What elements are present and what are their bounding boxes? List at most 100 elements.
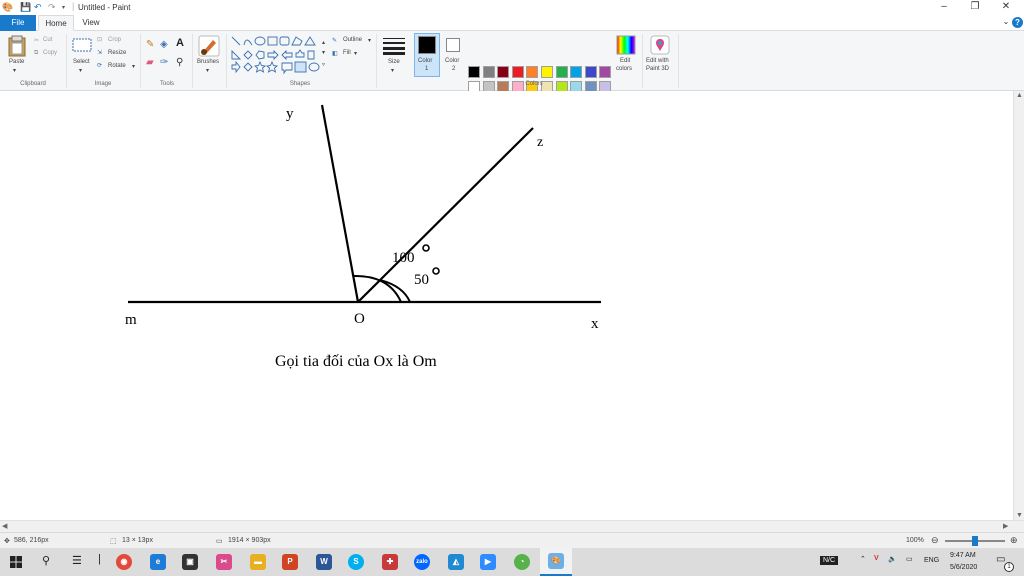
tab-file[interactable]: File [0,15,36,31]
outline-dropdown-icon[interactable]: ▾ [368,37,371,44]
paint-taskbar-button[interactable]: 🎨 [540,548,572,576]
color-picker-icon[interactable]: ✑ [160,57,168,68]
close-button[interactable]: ✕ [996,1,1016,13]
horizontal-scrollbar[interactable]: ◀ ▶ [0,520,1024,532]
fill-dropdown-icon[interactable]: ▾ [354,50,357,57]
clock-time[interactable]: 9:47 AM [950,552,976,559]
show-hidden-icons-icon[interactable]: ⌃ [860,555,866,563]
size-dropdown-icon[interactable]: ▾ [391,67,394,74]
customize-quick-access-icon[interactable]: ▾ [62,4,65,11]
select-icon[interactable] [72,37,92,53]
save-icon[interactable]: 💾 [20,2,31,13]
fill-button[interactable]: Fill [343,50,351,56]
color2-number[interactable]: 2 [452,66,455,72]
edge-icon[interactable]: e [150,554,166,570]
edit-colors-line1[interactable]: Edit [620,58,630,64]
maximize-button[interactable]: ❐ [965,1,985,13]
powerpoint-icon[interactable]: P [282,554,298,570]
color-swatch[interactable] [584,66,597,78]
language-indicator[interactable]: ENG [924,557,939,564]
scroll-down-icon[interactable]: ▼ [1016,512,1023,519]
color-swatch[interactable] [511,66,524,78]
store-icon[interactable]: ▣ [182,554,198,570]
zoom-meetings-icon[interactable]: ▶ [480,554,496,570]
windows-start-icon[interactable] [10,556,22,568]
paint3d-line2[interactable]: Paint 3D [646,66,669,72]
cut-button[interactable]: Cut [43,37,52,43]
clock-date[interactable]: 5/6/2020 [950,564,977,571]
shapes-scroll-up-icon[interactable]: ▴ [322,39,325,46]
outline-icon[interactable]: ✎ [332,37,337,44]
select-dropdown-icon[interactable]: ▾ [79,67,82,74]
color-swatch[interactable] [526,66,539,78]
rotate-dropdown-icon[interactable]: ▾ [132,63,135,70]
color2-swatch[interactable] [446,38,460,52]
crop-icon[interactable]: ⊡ [97,36,102,43]
rotate-icon[interactable]: ⟳ [97,62,102,69]
color-swatch[interactable] [497,66,510,78]
pencil-icon[interactable]: ✎ [146,39,154,50]
antivirus-tray-icon[interactable]: V [874,555,879,562]
task-view-icon[interactable]: ☰ [72,554,82,567]
zoom-in-icon[interactable]: ⊕ [1010,535,1018,546]
edit-colors-line2[interactable]: colors [616,66,632,72]
fill-bucket-icon[interactable]: ◈ [160,39,168,50]
color-swatch[interactable] [570,66,583,78]
color2-label[interactable]: Color [445,58,459,64]
geometry-app-icon[interactable]: ◭ [448,554,464,570]
chrome-icon[interactable]: ◉ [116,554,132,570]
redo-icon[interactable]: ↷ [48,2,56,13]
shapes-expand-icon[interactable]: ▿ [322,61,325,68]
nc-badge[interactable]: N/C [820,556,839,565]
color-swatch[interactable] [482,66,495,78]
paste-label[interactable]: Paste [9,59,24,65]
color-swatch[interactable] [555,66,568,78]
scroll-left-icon[interactable]: ◀ [2,522,7,530]
undo-icon[interactable]: ↶ [34,2,42,13]
minimize-button[interactable]: – [934,1,954,13]
eraser-icon[interactable]: ▰ [146,57,154,68]
edit-colors-icon[interactable] [616,35,636,55]
color-swatch[interactable] [599,66,612,78]
brushes-dropdown-icon[interactable]: ▾ [206,67,209,74]
paste-dropdown-icon[interactable]: ▾ [13,67,16,74]
text-tool-icon[interactable]: A [176,37,184,49]
brushes-label[interactable]: Brushes [197,59,219,65]
word-icon[interactable]: W [316,554,332,570]
outline-button[interactable]: Outline [343,37,362,43]
snipping-tool-icon[interactable]: ✂ [216,554,232,570]
tab-view[interactable]: View [76,15,106,31]
color-swatch[interactable] [468,66,480,78]
size-label[interactable]: Size [388,59,400,65]
paint3d-icon[interactable] [650,35,670,55]
zoom-slider-thumb[interactable] [972,536,978,546]
zalo-icon[interactable]: zalo [414,554,430,570]
scroll-up-icon[interactable]: ▲ [1016,92,1023,99]
search-icon[interactable]: ⚲ [42,554,50,567]
shapes-gallery[interactable] [230,35,326,77]
paste-icon[interactable] [8,35,26,57]
vertical-scrollbar[interactable]: ▲ ▼ [1013,91,1024,520]
copy-icon[interactable]: ⧉ [34,50,38,57]
file-explorer-icon[interactable]: ▬ [250,554,266,570]
zoom-out-icon[interactable]: ⊖ [931,535,939,546]
fill-icon[interactable]: ◧ [332,50,338,57]
paint3d-line1[interactable]: Edit with [646,58,669,64]
copy-button[interactable]: Copy [43,50,57,56]
resize-button[interactable]: Resize [108,50,126,56]
size-icon[interactable] [383,37,405,55]
help-icon[interactable]: ? [1012,17,1023,28]
select-label[interactable]: Select [73,59,90,65]
drawing-canvas[interactable]: y z 100 50 m O x Gọi tia đối của Ox là O… [0,91,1024,520]
rotate-button[interactable]: Rotate [108,63,126,69]
magnifier-icon[interactable]: ⚲ [176,57,183,68]
network-icon[interactable]: ▭ [906,555,913,563]
taskbar-app-icon[interactable]: ◔ [514,554,530,570]
brushes-icon[interactable] [198,35,220,57]
crop-button[interactable]: Crop [108,37,121,43]
volume-icon[interactable]: 🔈 [888,555,897,563]
skype-icon[interactable]: S [348,554,364,570]
tab-home[interactable]: Home [38,15,74,31]
shapes-scroll-down-icon[interactable]: ▾ [322,49,325,56]
scroll-right-icon[interactable]: ▶ [1003,522,1008,530]
